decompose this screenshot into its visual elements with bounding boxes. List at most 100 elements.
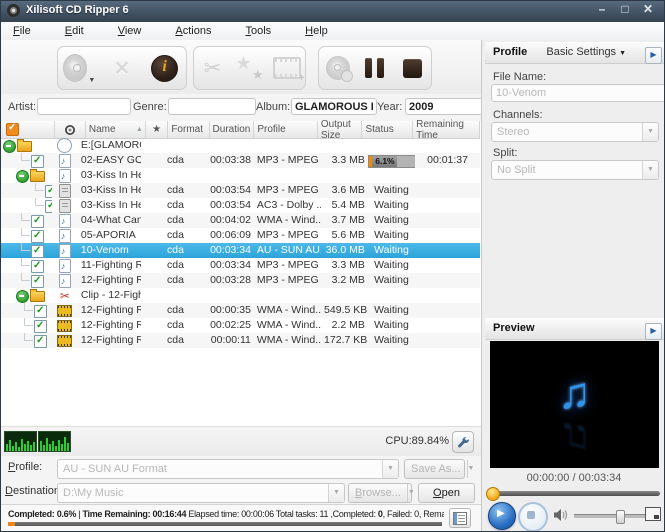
track-row[interactable]: 03-Kiss In He... cda 00:03:54 AC3 - Dolby .… <box>0 198 480 213</box>
remaining-cell <box>415 213 480 228</box>
row-checkbox[interactable] <box>34 303 47 318</box>
output-profile-combo[interactable]: AU - SUN AU Format ▼ <box>57 459 399 479</box>
row-checkbox[interactable] <box>31 243 44 258</box>
task-report-button[interactable] <box>449 508 471 528</box>
preset-dropdown[interactable]: Basic Settings ▼ <box>546 46 626 58</box>
row-checkbox[interactable] <box>31 258 44 273</box>
chevron-down-icon[interactable]: ▼ <box>328 484 344 502</box>
menu-edit[interactable]: Edit <box>65 23 84 39</box>
header-source[interactable] <box>55 121 86 138</box>
preview-stop-button[interactable] <box>518 502 548 532</box>
track-row[interactable]: 11-Fighting R... cda 00:03:34 MP3 - MPEG ..… <box>0 258 480 273</box>
play-button[interactable] <box>488 502 516 530</box>
group-row[interactable]: ✂ Clip - 12-Figh... <box>0 288 480 303</box>
clip-button[interactable] <box>197 52 229 84</box>
menu-file[interactable]: File <box>13 23 31 39</box>
row-checkbox[interactable] <box>45 198 52 213</box>
track-row[interactable]: 10-Venom cda 00:03:34 AU - SUN AU... 36.0 MB… <box>0 243 480 258</box>
type-icon-cell <box>52 228 78 243</box>
chevron-down-icon[interactable]: ▼ <box>642 123 658 141</box>
row-checkbox[interactable] <box>45 183 52 198</box>
header-output-size[interactable]: Output Size <box>318 119 363 141</box>
seek-knob[interactable] <box>486 487 500 501</box>
track-row[interactable]: 12-Fighting R... cda 00:02:25 WMA - Wind...… <box>0 318 480 333</box>
channels-combo[interactable]: Stereo ▼ <box>491 122 659 142</box>
disc-row[interactable]: E:[GLAMORO... <box>0 138 480 153</box>
row-checkbox[interactable] <box>34 318 47 333</box>
row-checkbox[interactable] <box>31 153 44 168</box>
header-select-all[interactable] <box>0 121 55 138</box>
star-cell <box>141 333 164 348</box>
chevron-down-icon[interactable]: ▼ <box>382 460 398 478</box>
collapse-icon[interactable] <box>16 290 29 303</box>
remaining-cell: 00:01:37 <box>427 154 468 166</box>
load-cd-button[interactable]: ▼ <box>63 52 95 84</box>
browse-button[interactable]: Browse... ▼ <box>348 483 415 503</box>
settings-button[interactable] <box>452 431 474 453</box>
header-duration[interactable]: Duration <box>210 121 255 138</box>
destination-combo[interactable]: D:\My Music ▼ <box>57 483 345 503</box>
cd-info-button[interactable] <box>149 52 181 84</box>
artist-input[interactable] <box>37 98 131 115</box>
rip-cd-button[interactable] <box>322 52 354 84</box>
track-row[interactable]: 12-Fighting R... cda 00:00:11 WMA - Wind...… <box>0 333 480 348</box>
close-button[interactable]: ✕ <box>641 2 655 16</box>
size-cell: 3.3 MB <box>331 259 365 271</box>
stop-button[interactable] <box>396 52 428 84</box>
chevron-down-icon[interactable]: ▼ <box>466 460 474 478</box>
chevron-down-icon[interactable]: ▼ <box>642 161 658 179</box>
album-input[interactable] <box>291 98 377 115</box>
tree-cell <box>0 228 52 243</box>
snapshot-button[interactable] <box>645 507 661 521</box>
minimize-button[interactable]: – <box>595 2 609 16</box>
header-status[interactable]: Status <box>362 121 414 138</box>
type-icon-cell <box>52 168 78 183</box>
row-checkbox[interactable] <box>31 213 44 228</box>
delete-button[interactable] <box>106 52 138 84</box>
header-profile[interactable]: Profile <box>254 121 318 138</box>
row-checkbox[interactable] <box>31 228 44 243</box>
select-all-checkbox[interactable] <box>6 122 19 136</box>
header-star[interactable]: ★ <box>146 121 169 138</box>
chevron-down-icon[interactable]: ▼ <box>88 77 95 84</box>
split-combo[interactable]: No Split ▼ <box>491 160 659 180</box>
row-checkbox[interactable] <box>31 273 44 288</box>
genre-input[interactable] <box>168 98 256 115</box>
file-name-input[interactable] <box>491 84 665 102</box>
header-remaining[interactable]: Remaining Time <box>413 119 480 141</box>
menu-help[interactable]: Help <box>305 23 328 39</box>
type-icon-cell <box>52 333 78 348</box>
table-header: Name▲ ★ Format Duration Profile Output S… <box>0 119 480 141</box>
track-row[interactable]: 03-Kiss In He... cda 00:03:54 MP3 - MPEG ..… <box>0 183 480 198</box>
header-format[interactable]: Format <box>168 121 210 138</box>
volume-knob[interactable] <box>615 510 625 524</box>
group-row[interactable]: 03-Kiss In He... <box>0 168 480 183</box>
track-row[interactable]: 12-Fighting R... cda 00:03:28 MP3 - MPEG ..… <box>0 273 480 288</box>
maximize-button[interactable]: □ <box>618 2 632 16</box>
open-button[interactable]: Open <box>418 483 475 503</box>
volume-slider[interactable] <box>574 510 650 524</box>
track-row[interactable]: 04-What Can... cda 00:04:02 WMA - Wind... 3.… <box>0 213 480 228</box>
tree-cell <box>0 213 52 228</box>
make-video-button[interactable] <box>271 52 304 84</box>
menu-view[interactable]: View <box>118 23 142 39</box>
track-row[interactable]: 12-Fighting R... cda 00:00:35 WMA - Wind...… <box>0 303 480 318</box>
year-input[interactable] <box>405 98 483 115</box>
preview-panel-expand-button[interactable]: ▶ <box>645 323 662 340</box>
name-cell: 03-Kiss In He... <box>80 184 142 196</box>
track-row[interactable]: 02-EASY GO cda 00:03:38 MP3 - MPEG ... 3.3 M… <box>0 153 480 168</box>
menu-actions[interactable]: Actions <box>175 23 211 39</box>
effects-button[interactable] <box>234 52 266 84</box>
menu-tools[interactable]: Tools <box>245 23 271 39</box>
chevron-down-icon[interactable]: ▼ <box>406 484 415 502</box>
track-row[interactable]: 05-APORIA cda 00:06:09 MP3 - MPEG ... 5.6 MB… <box>0 228 480 243</box>
collapse-icon[interactable] <box>3 140 16 153</box>
save-as-button[interactable]: Save As... ▼ <box>404 459 474 479</box>
pause-button[interactable] <box>359 52 391 84</box>
profile-panel-expand-button[interactable]: ▶ <box>645 47 662 64</box>
row-checkbox[interactable] <box>34 333 47 348</box>
seek-bar[interactable] <box>486 487 660 501</box>
collapse-icon[interactable] <box>16 170 29 183</box>
remaining-cell <box>415 198 480 213</box>
header-name[interactable]: Name ▲ <box>86 121 146 138</box>
